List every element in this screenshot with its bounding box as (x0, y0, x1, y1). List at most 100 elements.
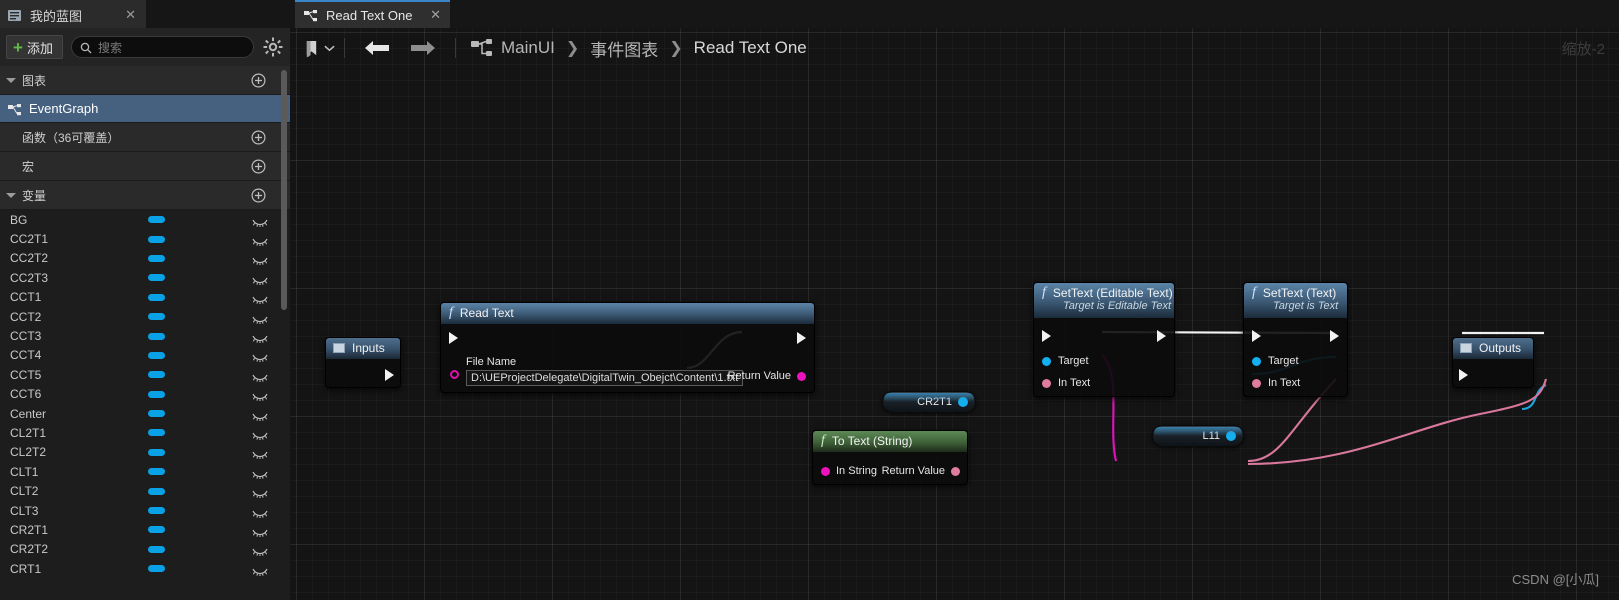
back-button[interactable] (364, 39, 390, 57)
variable-row[interactable]: CC2T3 (0, 268, 290, 287)
blueprint-graph-canvas[interactable]: MainUI ❯ 事件图表 ❯ Read Text One 缩放-2 CSDN … (290, 28, 1619, 600)
pin-target[interactable] (1042, 356, 1051, 366)
search-input[interactable]: 搜索 (70, 36, 254, 58)
file-name-input[interactable]: D:\UEProjectDelegate\DigitalTwin_Obejct\… (466, 370, 744, 386)
variable-type-pill[interactable] (148, 410, 165, 418)
variable-type-pill[interactable] (148, 216, 165, 224)
variable-row[interactable]: CRT1 (0, 559, 290, 578)
eye-closed-icon[interactable] (252, 506, 268, 518)
variable-getter-cr2t1[interactable]: CR2T1 (882, 391, 976, 413)
variable-row[interactable]: CR2T2 (0, 540, 290, 559)
eye-closed-icon[interactable] (252, 544, 268, 557)
eye-closed-icon[interactable] (252, 253, 268, 266)
pin-file-name[interactable] (450, 370, 459, 379)
pin-exec-in[interactable] (449, 332, 458, 344)
close-icon[interactable]: ✕ (121, 7, 140, 23)
forward-button[interactable] (410, 39, 436, 57)
pin-return-value[interactable] (797, 371, 806, 381)
bookmark-button[interactable] (304, 40, 335, 57)
pin-in-text[interactable] (1042, 378, 1051, 388)
variable-row[interactable]: CL2T2 (0, 443, 290, 462)
variable-type-pill[interactable] (148, 254, 165, 262)
eye-closed-icon[interactable] (252, 447, 268, 460)
eye-closed-icon[interactable] (252, 389, 268, 402)
pin-exec-in[interactable] (1042, 330, 1051, 342)
variable-type-pill[interactable] (148, 448, 165, 456)
blueprint-tree[interactable]: 图表 EventGraph 函数（36可覆盖） 宏 变量 BG CC2T1 CC… (0, 66, 290, 600)
node-to-text-string[interactable]: f To Text (String) In String Return Valu… (812, 430, 968, 485)
pin-exec-in[interactable] (1459, 369, 1468, 381)
variable-row[interactable]: CC2T1 (0, 229, 290, 248)
variable-row[interactable]: CCT5 (0, 365, 290, 384)
variable-row[interactable]: CCT4 (0, 346, 290, 365)
add-button[interactable]: + 添加 (6, 35, 63, 59)
variable-type-pill[interactable] (148, 274, 165, 282)
variable-type-pill[interactable] (148, 526, 165, 534)
pin-exec-out[interactable] (385, 369, 394, 381)
sidebar-item-eventgraph[interactable]: EventGraph (0, 95, 290, 123)
plus-circle-icon[interactable] (251, 129, 266, 145)
pin-value-out[interactable] (958, 397, 968, 407)
variable-getter-l11[interactable]: L11 (1152, 425, 1244, 447)
eye-closed-icon[interactable] (252, 370, 268, 382)
variable-row[interactable]: CCT1 (0, 288, 290, 307)
section-functions[interactable]: 函数（36可覆盖） (0, 123, 290, 152)
node-settext-text[interactable]: f SetText (Text) Target is Text Target I… (1243, 282, 1348, 397)
variable-type-pill[interactable] (148, 332, 165, 340)
eye-closed-icon[interactable] (252, 467, 268, 479)
eye-closed-icon[interactable] (252, 350, 268, 363)
section-graphs[interactable]: 图表 (0, 66, 290, 95)
eye-closed-icon[interactable] (252, 525, 268, 537)
eye-closed-icon[interactable] (252, 292, 268, 305)
eye-closed-icon[interactable] (252, 215, 268, 227)
pin-exec-out[interactable] (1330, 330, 1339, 342)
eye-closed-icon[interactable] (252, 409, 268, 421)
variable-row[interactable]: CLT3 (0, 501, 290, 520)
eye-closed-icon[interactable] (252, 234, 268, 247)
eye-closed-icon[interactable] (252, 273, 268, 285)
variable-row[interactable]: CC2T2 (0, 249, 290, 268)
breadcrumb-item-event-graph[interactable]: 事件图表 (590, 36, 658, 61)
pin-in-text[interactable] (1252, 378, 1261, 388)
variable-type-pill[interactable] (148, 390, 165, 398)
section-macros[interactable]: 宏 (0, 152, 290, 181)
variable-row[interactable]: CCT2 (0, 307, 290, 326)
variable-type-pill[interactable] (148, 565, 165, 573)
pin-target[interactable] (1252, 356, 1261, 366)
pin-exec-in[interactable] (1252, 330, 1261, 342)
variable-type-pill[interactable] (148, 371, 165, 379)
variable-row[interactable]: CR2T1 (0, 520, 290, 539)
variable-type-pill[interactable] (148, 507, 165, 515)
section-variables[interactable]: 变量 (0, 181, 290, 210)
pin-value-out[interactable] (1226, 431, 1236, 441)
eye-closed-icon[interactable] (252, 331, 268, 344)
pin-in-string[interactable] (821, 466, 830, 476)
node-read-text[interactable]: f Read Text File Name D:\UEProjectDelega… (440, 302, 815, 393)
variable-row[interactable]: CCT6 (0, 385, 290, 404)
variable-type-pill[interactable] (148, 468, 165, 476)
pin-return-value[interactable] (951, 466, 960, 476)
variable-row[interactable]: CLT2 (0, 481, 290, 500)
variable-list[interactable]: BG CC2T1 CC2T2 CC2T3 CCT1 CCT2 CCT3 CCT4 CCT5 CCT… (0, 210, 290, 578)
node-outputs[interactable]: Outputs (1452, 337, 1534, 388)
tab-read-text-one[interactable]: Read Text One ✕ (295, 0, 450, 28)
tab-my-blueprint[interactable]: 我的蓝图 ✕ (0, 0, 146, 28)
variable-row[interactable]: BG (0, 210, 290, 229)
gear-icon[interactable] (262, 36, 284, 58)
variable-type-pill[interactable] (148, 429, 165, 437)
node-inputs[interactable]: Inputs (325, 337, 401, 388)
variable-type-pill[interactable] (148, 487, 165, 495)
node-settext-editable-text[interactable]: f SetText (Editable Text) Target is Edit… (1033, 282, 1175, 397)
eye-closed-icon[interactable] (252, 486, 268, 499)
variable-type-pill[interactable] (148, 235, 165, 243)
variable-type-pill[interactable] (148, 313, 165, 321)
variable-type-pill[interactable] (148, 545, 165, 553)
plus-circle-icon[interactable] (251, 72, 266, 88)
breadcrumb-item-current[interactable]: Read Text One (694, 38, 807, 58)
pin-exec-out[interactable] (797, 332, 806, 344)
eye-closed-icon[interactable] (252, 564, 268, 576)
eye-closed-icon[interactable] (252, 312, 268, 324)
plus-circle-icon[interactable] (251, 158, 266, 174)
variable-row[interactable]: CCT3 (0, 326, 290, 345)
variable-type-pill[interactable] (148, 293, 165, 301)
